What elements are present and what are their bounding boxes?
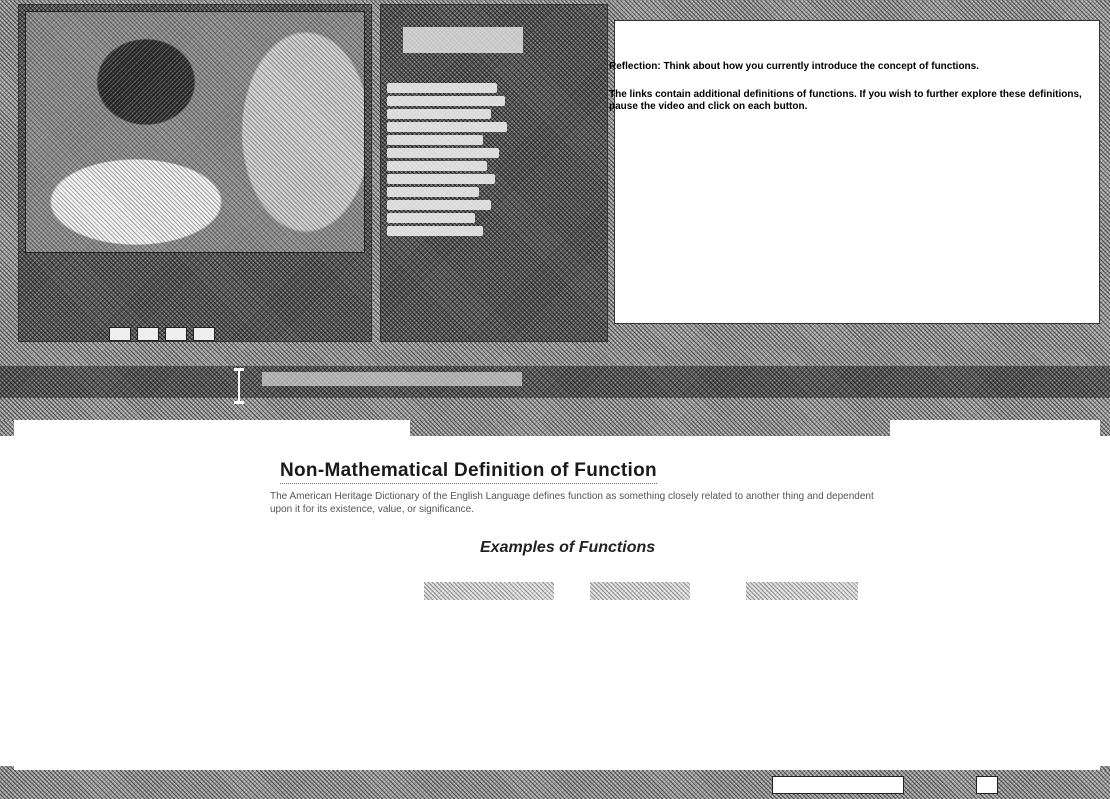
pause-button[interactable] [165,327,187,341]
example-button-3[interactable] [746,582,858,600]
link-item[interactable] [387,122,507,132]
video-player[interactable] [25,11,365,253]
example-button-2[interactable] [590,582,690,600]
link-item[interactable] [387,83,497,93]
toolbar-strip [0,366,1110,398]
status-input-field[interactable] [772,776,904,794]
definition-text: The American Heritage Dictionary of the … [270,491,874,515]
link-item[interactable] [387,187,479,197]
toolbar-title [262,372,522,386]
link-item[interactable] [387,174,495,184]
reflection-panel: Reflection: Think about how you currentl… [609,20,1100,324]
video-panel [18,4,372,342]
status-bar [0,770,1110,799]
link-item[interactable] [387,135,483,145]
play-button[interactable] [137,327,159,341]
example-button-1[interactable] [424,582,554,600]
links-panel [380,4,608,342]
text-cursor-icon [234,368,244,404]
link-item[interactable] [387,213,475,223]
video-controls [109,327,259,341]
content-header-strip [410,420,890,436]
content-area: Non-Mathematical Definition of Function … [0,436,1110,766]
link-item[interactable] [387,109,491,119]
links-instructions: The links contain additional definitions… [609,89,1082,112]
links-logo [403,27,523,53]
reflection-prompt: Reflection: Think about how you currentl… [609,61,980,72]
link-item[interactable] [387,96,505,106]
link-item[interactable] [387,200,491,210]
forward-button[interactable] [193,327,215,341]
links-list [387,83,547,239]
link-item[interactable] [387,161,487,171]
toolbar-band [0,350,1110,420]
rewind-button[interactable] [109,327,131,341]
status-small-button[interactable] [976,776,998,794]
examples-heading: Examples of Functions [480,539,656,556]
link-item[interactable] [387,226,483,236]
top-panels-area: Reflection: Think about how you currentl… [0,0,1110,352]
page-title: Non-Mathematical Definition of Function [280,460,657,484]
link-item[interactable] [387,148,499,158]
